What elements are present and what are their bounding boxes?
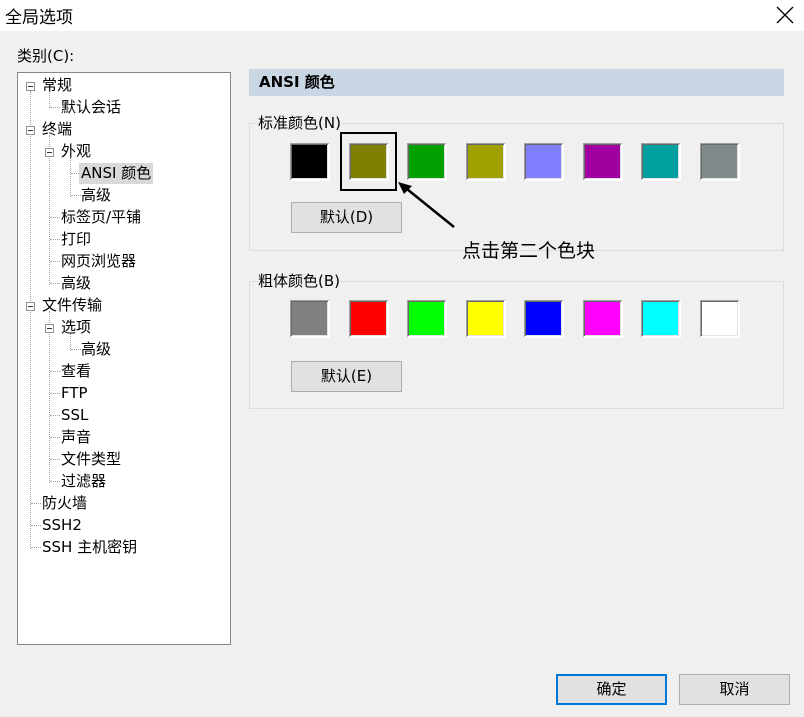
tree-item-default-session[interactable]: 默认会话: [59, 97, 123, 118]
bold-colors-title: 粗体颜色(B): [258, 272, 340, 290]
collapse-icon[interactable]: [26, 82, 35, 91]
tree-item-options[interactable]: 选项: [59, 317, 93, 338]
standard-color-swatch-5[interactable]: [524, 143, 564, 181]
tree-item-terminal[interactable]: 终端: [40, 119, 74, 140]
annotation-text: 点击第二个色块: [462, 240, 596, 262]
tree-item-ssl[interactable]: SSL: [59, 405, 90, 426]
tree-item-terminal-advanced[interactable]: 高级: [59, 273, 93, 294]
tree-item-ftp[interactable]: FTP: [59, 383, 90, 404]
standard-color-swatch-8[interactable]: [699, 143, 740, 181]
collapse-icon[interactable]: [45, 324, 54, 333]
bold-color-swatch-6[interactable]: [582, 300, 623, 338]
tree-connector: [49, 135, 50, 285]
bold-color-swatch-1[interactable]: [290, 300, 330, 338]
cancel-button[interactable]: 取消: [679, 674, 790, 705]
standard-default-button[interactable]: 默认(D): [291, 202, 402, 233]
standard-color-swatch-7[interactable]: [641, 143, 681, 181]
bold-color-swatch-5[interactable]: [524, 300, 564, 338]
standard-colors-title: 标准颜色(N): [258, 114, 341, 132]
tree-connector: [49, 311, 50, 483]
tree-item-file-transfer[interactable]: 文件传输: [40, 295, 104, 316]
tree-item-appearance[interactable]: 外观: [59, 141, 93, 162]
bold-color-swatch-2[interactable]: [348, 300, 389, 338]
tree-item-print[interactable]: 打印: [59, 229, 93, 250]
collapse-icon[interactable]: [45, 148, 54, 157]
tree-item-firewall[interactable]: 防火墙: [40, 493, 89, 514]
tree-item-ssh2[interactable]: SSH2: [40, 515, 84, 536]
category-label: 类别(C):: [17, 47, 75, 65]
title-bar: 全局选项: [0, 0, 804, 31]
ok-button[interactable]: 确定: [556, 674, 667, 705]
category-tree[interactable]: 常规 默认会话 终端 外观 ANSI 颜色 高级 标签页/平铺 打印 网页浏览器…: [17, 72, 231, 645]
tree-item-sound[interactable]: 声音: [59, 427, 93, 448]
bold-color-swatch-3[interactable]: [407, 300, 447, 338]
standard-color-swatch-3[interactable]: [407, 143, 447, 181]
panel-header: ANSI 颜色: [249, 69, 784, 96]
tree-item-filters[interactable]: 过滤器: [59, 471, 108, 492]
annotation-arrow: [398, 182, 455, 228]
tree-item-appearance-advanced[interactable]: 高级: [79, 185, 113, 206]
bold-color-swatch-4[interactable]: [465, 300, 506, 338]
standard-color-swatch-4[interactable]: [465, 143, 506, 181]
bold-color-swatch-7[interactable]: [641, 300, 681, 338]
tree-item-ansi-colors[interactable]: ANSI 颜色: [79, 163, 154, 184]
tree-item-tabs-tiling[interactable]: 标签页/平铺: [59, 207, 143, 228]
bold-default-button[interactable]: 默认(E): [291, 361, 402, 392]
collapse-icon[interactable]: [26, 126, 35, 135]
window-title: 全局选项: [5, 8, 73, 28]
bold-color-swatch-8[interactable]: [699, 300, 740, 338]
collapse-icon[interactable]: [26, 302, 35, 311]
tree-item-general[interactable]: 常规: [40, 75, 74, 96]
close-icon: [776, 6, 794, 24]
tree-item-options-advanced[interactable]: 高级: [79, 339, 113, 360]
close-button[interactable]: [774, 4, 796, 26]
standard-color-swatch-1[interactable]: [290, 143, 330, 181]
standard-color-swatch-2[interactable]: [348, 143, 389, 181]
tree-item-view[interactable]: 查看: [59, 361, 93, 382]
tree-connector: [70, 157, 71, 197]
standard-color-swatch-6[interactable]: [582, 143, 623, 181]
tree-item-ssh-host-keys[interactable]: SSH 主机密钥: [40, 537, 139, 558]
tree-item-web-browser[interactable]: 网页浏览器: [59, 251, 138, 272]
tree-item-file-types[interactable]: 文件类型: [59, 449, 123, 470]
tree-connector: [30, 91, 31, 549]
